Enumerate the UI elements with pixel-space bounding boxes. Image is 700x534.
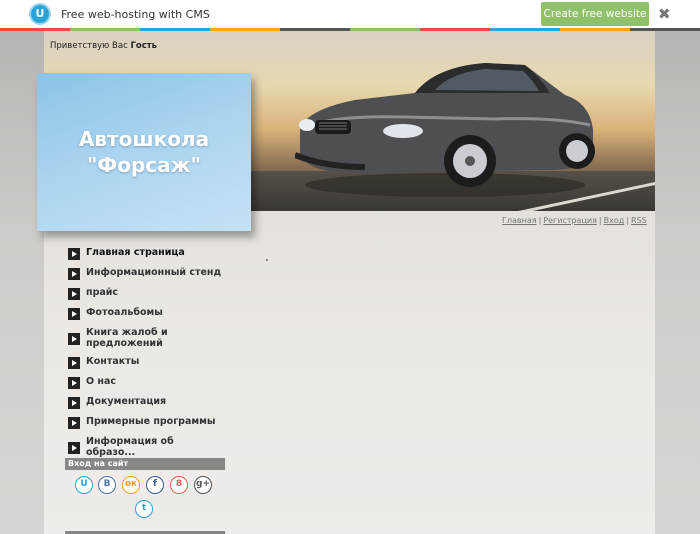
menu-item-label[interactable]: Документация bbox=[86, 396, 166, 407]
vk-icon[interactable]: B bbox=[98, 476, 116, 494]
facebook-icon[interactable]: f bbox=[146, 476, 164, 494]
login-heading: Вход на сайт bbox=[65, 458, 225, 470]
link-register[interactable]: Регистрация bbox=[543, 216, 597, 225]
arrow-right-icon bbox=[68, 377, 80, 389]
page-background-right bbox=[655, 31, 700, 534]
car-image bbox=[295, 63, 595, 197]
site-title-box[interactable]: Автошкола "Форсаж" bbox=[37, 73, 251, 231]
greeting-user: Гость bbox=[130, 41, 158, 51]
close-icon[interactable]: ✖ bbox=[658, 5, 671, 23]
arrow-right-icon bbox=[68, 248, 80, 260]
ucoz-icon[interactable]: U bbox=[75, 476, 93, 494]
menu-item-info-board[interactable]: Информационный стенд bbox=[68, 267, 238, 280]
arrow-right-icon bbox=[68, 268, 80, 280]
ucoz-logo-icon[interactable]: U bbox=[29, 3, 51, 25]
decorative-dot bbox=[266, 259, 268, 261]
twitter-icon[interactable]: t bbox=[135, 500, 153, 518]
menu-item-label[interactable]: Информационный стенд bbox=[86, 267, 221, 278]
top-links: Главная | Регистрация | Вход | RSS bbox=[502, 216, 647, 225]
link-home[interactable]: Главная bbox=[502, 216, 537, 225]
menu-item-photos[interactable]: Фотоальбомы bbox=[68, 307, 238, 320]
menu-item-complaints[interactable]: Книга жалоб и предложений bbox=[68, 327, 238, 349]
link-rss[interactable]: RSS bbox=[631, 216, 647, 225]
menu-item-label[interactable]: Информация об образо... bbox=[86, 436, 186, 458]
greeting-prefix: Приветствую Вас bbox=[50, 41, 128, 51]
menu-item-label[interactable]: Книга жалоб и предложений bbox=[86, 327, 196, 349]
arrow-right-icon bbox=[68, 308, 80, 320]
menu-item-about[interactable]: О нас bbox=[68, 376, 238, 389]
arrow-right-icon bbox=[68, 332, 80, 345]
sidebar-menu: Главная страница Информационный стенд пр… bbox=[68, 247, 238, 464]
separator: | bbox=[538, 216, 542, 225]
menu-item-label[interactable]: Примерные программы bbox=[86, 416, 216, 427]
greeting-text: Приветствую Вас Гость bbox=[50, 41, 157, 51]
menu-item-label[interactable]: О нас bbox=[86, 376, 116, 387]
menu-item-contacts[interactable]: Контакты bbox=[68, 356, 238, 369]
menu-item-label[interactable]: Фотоальбомы bbox=[86, 307, 163, 318]
link-login[interactable]: Вход bbox=[604, 216, 625, 225]
arrow-right-icon bbox=[68, 397, 80, 409]
menu-item-label[interactable]: Контакты bbox=[86, 356, 139, 367]
arrow-right-icon bbox=[68, 357, 80, 369]
hosting-title: Free web-hosting with CMS bbox=[61, 8, 210, 21]
separator: | bbox=[626, 216, 629, 225]
mail-icon[interactable]: 8 bbox=[170, 476, 188, 494]
arrow-right-icon bbox=[68, 288, 80, 300]
arrow-right-icon bbox=[68, 441, 80, 454]
create-website-button[interactable]: Create free website bbox=[541, 2, 649, 26]
arrow-right-icon bbox=[68, 417, 80, 429]
site-title[interactable]: Автошкола "Форсаж" bbox=[79, 126, 209, 178]
menu-item-programs[interactable]: Примерные программы bbox=[68, 416, 238, 429]
menu-item-home[interactable]: Главная страница bbox=[68, 247, 238, 260]
menu-item-education-info[interactable]: Информация об образо... bbox=[68, 436, 238, 458]
odnoklassniki-icon[interactable]: ок bbox=[122, 476, 140, 494]
menu-item-documents[interactable]: Документация bbox=[68, 396, 238, 409]
separator: | bbox=[598, 216, 602, 225]
google-plus-icon[interactable]: g+ bbox=[194, 476, 212, 494]
menu-item-label[interactable]: прайс bbox=[86, 287, 118, 298]
menu-item-price[interactable]: прайс bbox=[68, 287, 238, 300]
menu-item-label[interactable]: Главная страница bbox=[86, 247, 185, 258]
hosting-topbar: U Free web-hosting with CMS Create free … bbox=[0, 0, 700, 28]
